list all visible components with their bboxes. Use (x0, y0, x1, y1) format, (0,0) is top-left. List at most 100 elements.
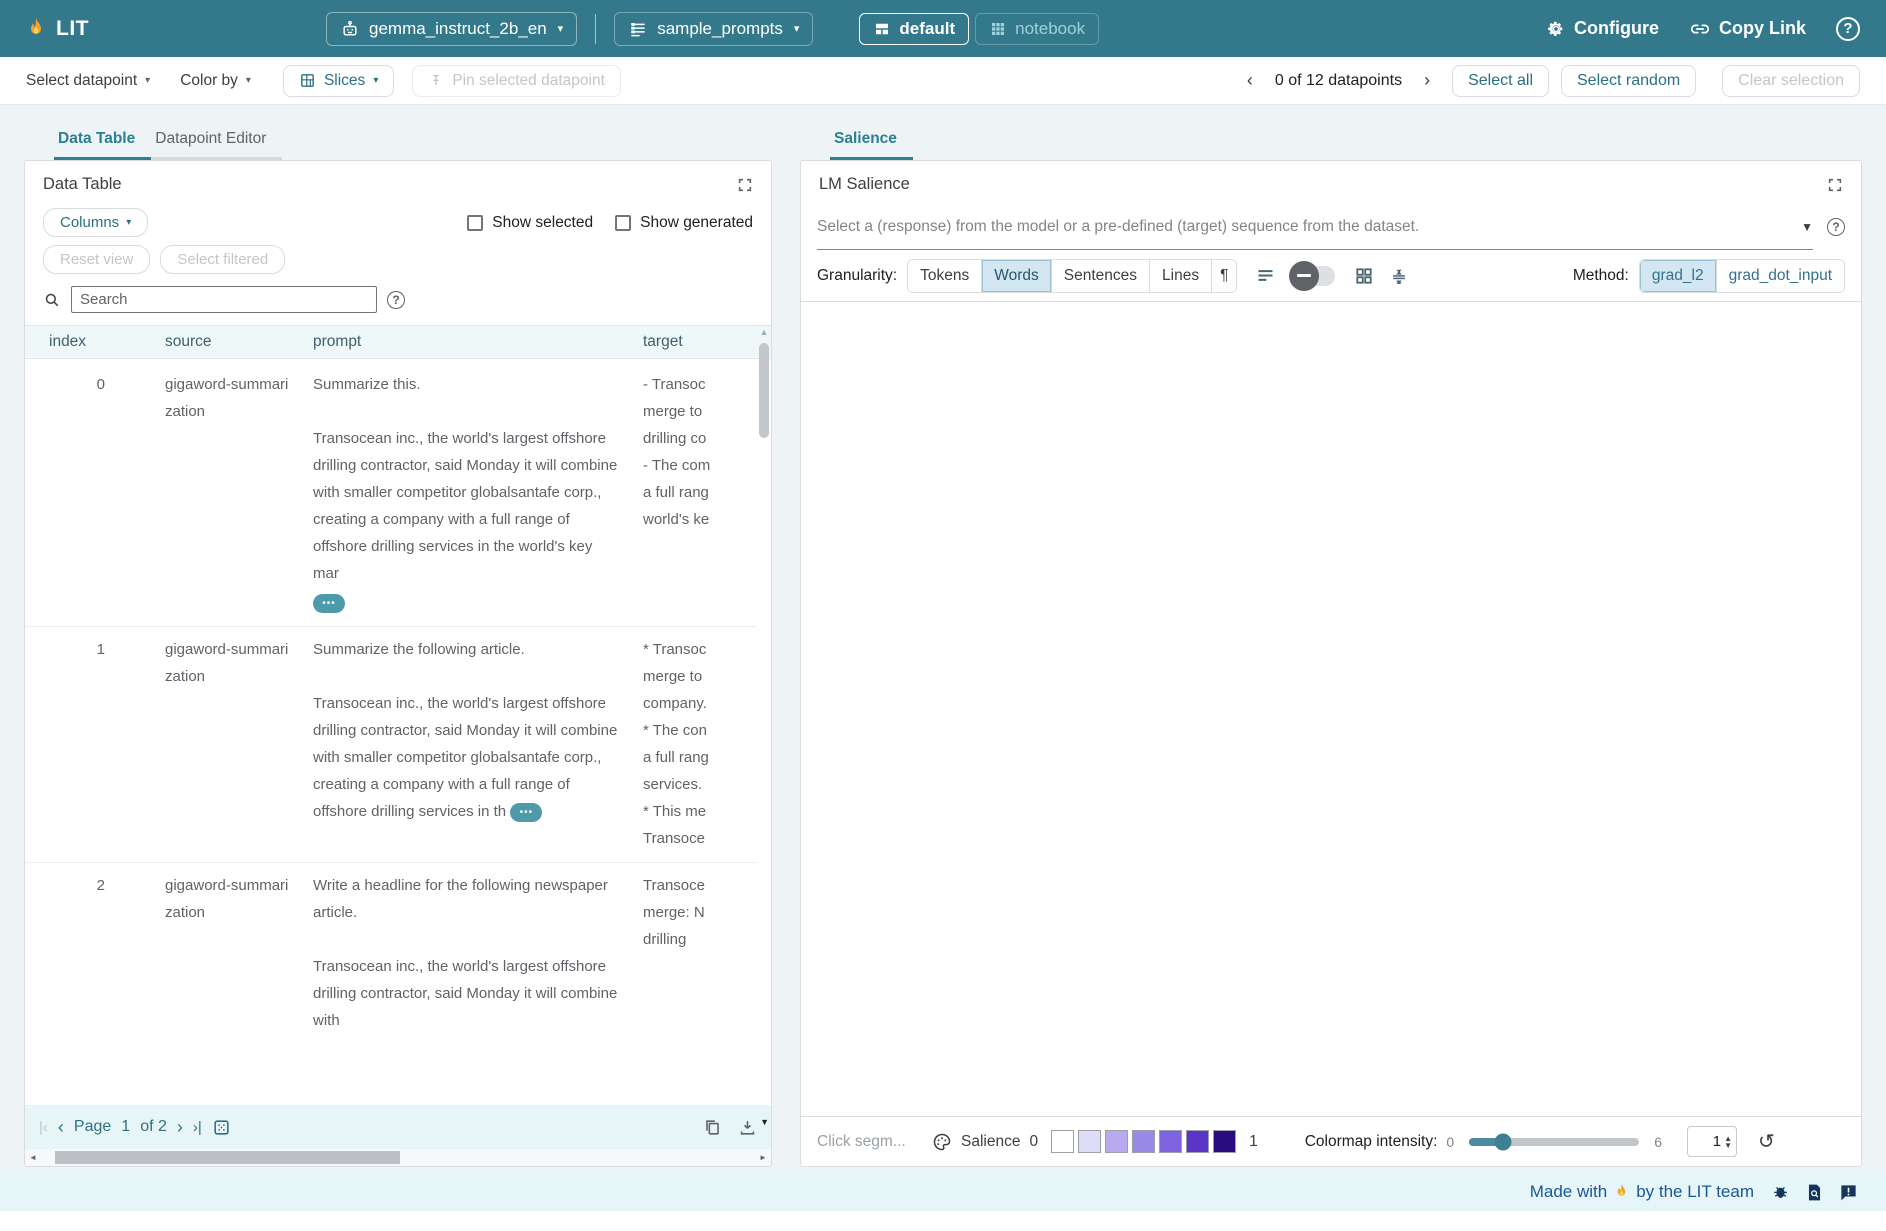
prompt-intro: Summarize the following article. (313, 636, 621, 663)
search-help-icon[interactable]: ? (387, 291, 405, 309)
align-lines-icon[interactable] (1255, 265, 1276, 286)
tab-data-table[interactable]: Data Table (54, 130, 151, 160)
copy-link-label: Copy Link (1719, 18, 1806, 39)
grid-icon (989, 20, 1007, 38)
reset-view-button[interactable]: Reset view (43, 245, 150, 274)
last-page-icon[interactable]: ›| (193, 1119, 202, 1136)
column-header-prompt[interactable]: prompt (313, 333, 643, 351)
page-footer: Made with by the LIT team (0, 1173, 1886, 1211)
prompt-intro: Write a headline for the following newsp… (313, 872, 621, 926)
layout-default-button[interactable]: default (859, 13, 969, 45)
scroll-down-icon[interactable]: ▼ (760, 1117, 769, 1127)
granularity-segmented-control: Tokens Words Sentences Lines ¶ (907, 259, 1237, 293)
colormap-swatch (1159, 1130, 1182, 1153)
scrollbar-thumb[interactable] (759, 343, 769, 438)
configure-button[interactable]: Configure (1546, 18, 1659, 39)
clear-selection-button[interactable]: Clear selection (1722, 65, 1860, 97)
table-row[interactable]: 0 gigaword-summarization Summarize this.… (25, 362, 757, 627)
scroll-up-icon[interactable]: ▲ (757, 325, 771, 339)
select-random-label: Select random (1577, 72, 1680, 90)
granularity-label: Granularity: (817, 267, 897, 285)
tab-salience[interactable]: Salience (830, 130, 913, 160)
granularity-paragraph-icon[interactable]: ¶ (1211, 260, 1236, 292)
slices-grid-icon (299, 72, 316, 89)
model-selector[interactable]: gemma_instruct_2b_en ▾ (326, 12, 577, 46)
salience-label: Salience (961, 1133, 1020, 1151)
select-filtered-button[interactable]: Select filtered (160, 245, 285, 274)
first-page-icon[interactable]: |‹ (39, 1119, 48, 1136)
granularity-sentences[interactable]: Sentences (1051, 260, 1149, 292)
show-more-button[interactable]: ••• (510, 803, 542, 822)
columns-label: Columns (60, 214, 119, 231)
granularity-lines[interactable]: Lines (1149, 260, 1211, 292)
select-datapoint-menu[interactable]: Select datapoint ▾ (26, 72, 150, 90)
color-by-menu[interactable]: Color by ▾ (180, 72, 251, 90)
stepper-icons[interactable]: ▲▼ (1724, 1135, 1732, 1149)
grid-view-icon[interactable] (1354, 266, 1374, 286)
show-generated-checkbox[interactable]: Show generated (615, 214, 753, 232)
colormap-intensity-slider[interactable] (1469, 1138, 1639, 1146)
lm-salience-module: LM Salience Select a (response) from the… (800, 160, 1862, 1167)
column-header-target[interactable]: target (643, 333, 771, 351)
intensity-input[interactable]: 1 ▲▼ (1687, 1126, 1737, 1157)
select-all-label: Select all (1468, 72, 1533, 90)
checkbox-icon[interactable] (467, 215, 483, 231)
reset-icon[interactable]: ↺ (1758, 1129, 1775, 1154)
footer-credit: Made with by the LIT team (1530, 1182, 1754, 1202)
cell-source: gigaword-summarization (165, 636, 313, 852)
slider-thumb[interactable] (1495, 1133, 1512, 1150)
show-selected-label: Show selected (492, 214, 593, 232)
show-selected-checkbox[interactable]: Show selected (467, 214, 593, 232)
checkbox-icon[interactable] (615, 215, 631, 231)
random-page-icon[interactable] (212, 1118, 231, 1137)
salience-toggle[interactable] (1291, 266, 1335, 286)
copy-table-icon[interactable] (703, 1118, 722, 1137)
vertical-compress-icon[interactable] (1389, 266, 1409, 286)
prev-page-icon[interactable]: ‹ (58, 1117, 64, 1138)
module-title: Data Table (43, 175, 122, 194)
table-horizontal-scrollbar[interactable]: ◄ ► (25, 1149, 771, 1166)
scroll-left-icon[interactable]: ◄ (25, 1153, 41, 1162)
show-more-button[interactable]: ••• (313, 594, 345, 613)
next-page-icon[interactable]: › (177, 1117, 183, 1138)
bug-report-icon[interactable] (1771, 1183, 1790, 1202)
columns-button[interactable]: Columns ▾ (43, 208, 148, 237)
select-all-button[interactable]: Select all (1452, 65, 1549, 97)
help-button[interactable]: ? (1836, 17, 1860, 41)
table-row[interactable]: 1 gigaword-summarization Summarize the f… (25, 627, 757, 863)
column-header-source[interactable]: source (165, 333, 313, 351)
pin-selected-button[interactable]: Pin selected datapoint (412, 65, 621, 97)
doc-search-icon[interactable] (1805, 1183, 1824, 1202)
select-random-button[interactable]: Select random (1561, 65, 1696, 97)
dataset-selector[interactable]: sample_prompts ▾ (614, 12, 813, 46)
scrollbar-thumb[interactable] (55, 1151, 400, 1164)
granularity-words[interactable]: Words (981, 260, 1051, 292)
target-sequence-select[interactable]: Select a (response) from the model or a … (817, 204, 1813, 250)
tab-datapoint-editor[interactable]: Datapoint Editor (151, 130, 282, 160)
expand-icon[interactable] (1827, 177, 1843, 193)
granularity-tokens[interactable]: Tokens (908, 260, 981, 292)
tab-data-table-label: Data Table (58, 130, 135, 147)
scroll-right-icon[interactable]: ► (755, 1153, 771, 1162)
method-grad-dot-input[interactable]: grad_dot_input (1716, 260, 1844, 292)
download-icon[interactable] (738, 1118, 757, 1137)
slices-button[interactable]: Slices ▾ (283, 65, 394, 97)
salience-help-icon[interactable]: ? (1827, 218, 1845, 236)
pin-selected-label: Pin selected datapoint (452, 72, 605, 90)
table-vertical-scrollbar[interactable]: ▲ (757, 325, 771, 1105)
prev-datapoint-icon[interactable]: ‹ (1247, 70, 1253, 91)
app-header: LIT gemma_instruct_2b_en ▾ sample_prompt… (0, 0, 1886, 57)
table-row[interactable]: 2 gigaword-summarization Write a headlin… (25, 863, 757, 1044)
copy-link-button[interactable]: Copy Link (1689, 18, 1806, 40)
intensity-value: 1 (1713, 1133, 1721, 1150)
data-table: index source prompt target 0 gigaword-su… (25, 325, 771, 1105)
expand-icon[interactable] (737, 177, 753, 193)
layout-notebook-button[interactable]: notebook (975, 13, 1099, 45)
search-input[interactable] (71, 286, 377, 313)
feedback-icon[interactable] (1839, 1183, 1858, 1202)
next-datapoint-icon[interactable]: › (1424, 70, 1430, 91)
gear-icon (1546, 19, 1566, 39)
column-header-index[interactable]: index (25, 333, 165, 351)
page-total: of 2 (140, 1118, 167, 1136)
method-grad-l2[interactable]: grad_l2 (1640, 260, 1716, 292)
